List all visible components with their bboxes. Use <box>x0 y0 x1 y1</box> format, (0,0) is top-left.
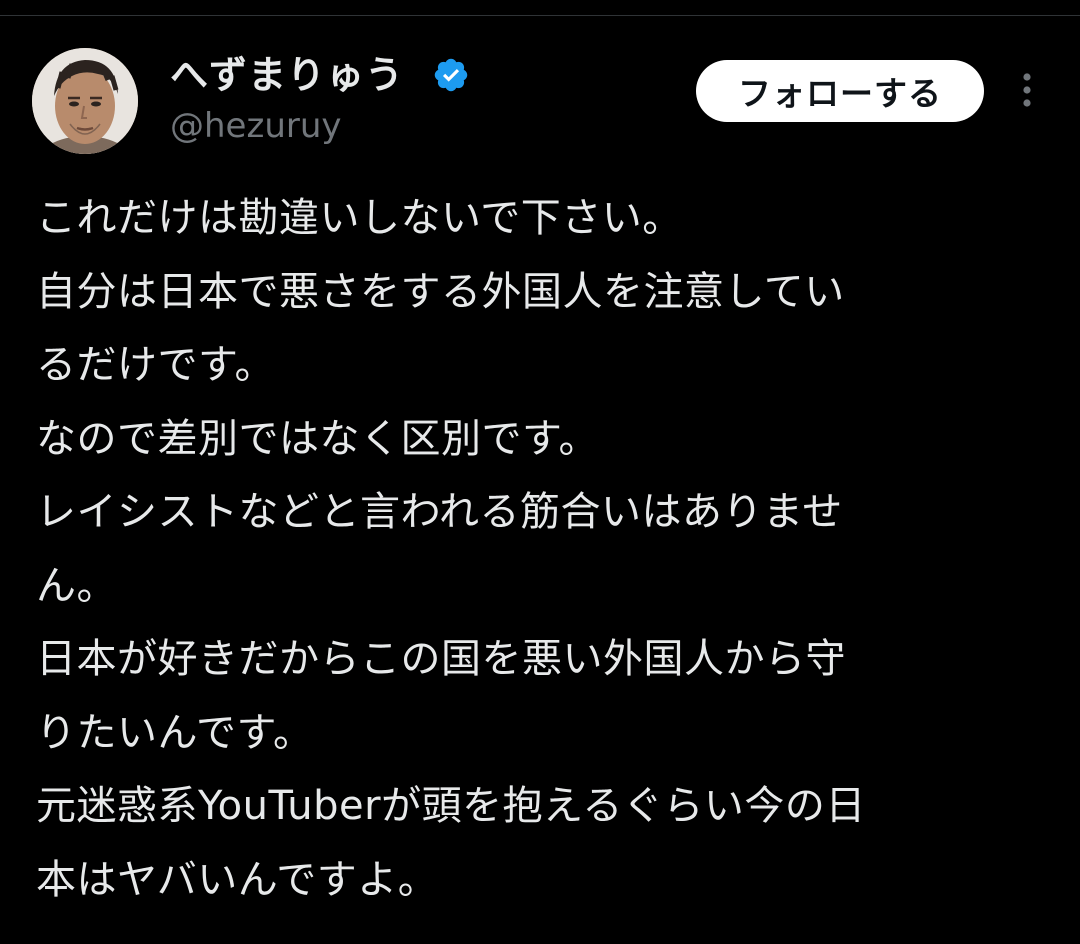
avatar[interactable] <box>32 48 138 154</box>
tweet-text-line: りたいんです。 <box>36 709 314 756</box>
more-vertical-icon[interactable] <box>1012 70 1042 110</box>
tweet-text-line: なので差別ではなく区別です。 <box>36 415 599 462</box>
follow-button[interactable]: フォローする <box>696 60 984 122</box>
tweet-text-line: これだけは勘違いしないで下さい。 <box>36 195 683 241</box>
tweet-text-line: 本はヤバいんですよ。 <box>36 856 439 903</box>
tweet-text: これだけは勘違いしないで下さい。 自分は日本で悪さをする外国人を注意してい るだ… <box>36 182 1046 917</box>
tweet-text-line: 日本が好きだからこの国を悪い外国人から守 <box>36 636 846 682</box>
user-handle[interactable]: @hezuruy <box>170 104 342 148</box>
tweet-text-line: るだけです。 <box>36 342 275 388</box>
verified-badge-icon <box>434 58 468 92</box>
tweet-text-line: 自分は日本で悪さをする外国人を注意してい <box>36 268 845 315</box>
tweet-header: へずまりゅう @hezuruy フォローする <box>0 0 1080 170</box>
tweet-text-line: 元迷惑系YouTuberが頭を抱えるぐらい今の日 <box>36 783 866 829</box>
tweet-text-line: ん。 <box>36 562 117 609</box>
tweet-text-line: レイシストなどと言われる筋合いはありませ <box>36 489 843 535</box>
display-name[interactable]: へずまりゅう <box>170 52 404 98</box>
